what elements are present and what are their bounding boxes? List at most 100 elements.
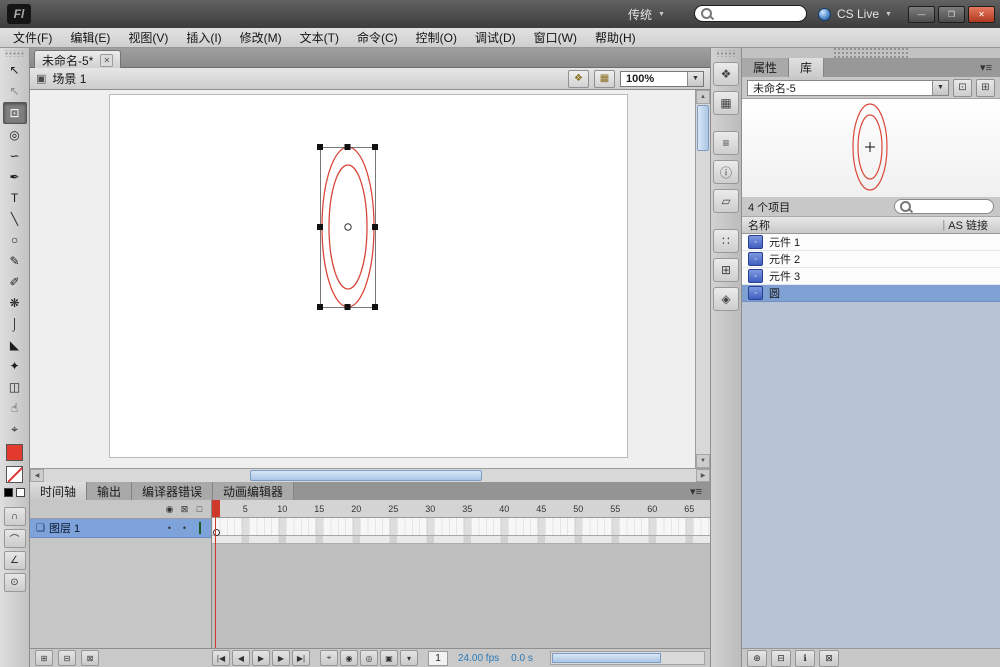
linkage-column-header[interactable]: AS 链接 xyxy=(948,217,988,233)
straighten-option[interactable]: ∠ xyxy=(4,551,26,570)
library-search-input[interactable] xyxy=(894,199,994,214)
frame-area[interactable]: 5101520253035404550556065 xyxy=(212,500,710,648)
pencil-tool[interactable]: ✎ xyxy=(4,251,26,271)
edit-symbols-button[interactable]: ❖ xyxy=(568,70,589,88)
go-to-last-frame-button[interactable]: ▶| xyxy=(292,650,310,666)
menu-item[interactable]: 帮助(H) xyxy=(586,27,645,48)
default-colors-control[interactable] xyxy=(0,488,29,497)
menu-item[interactable]: 命令(C) xyxy=(348,27,407,48)
panel-menu-icon[interactable]: ▾≡ xyxy=(682,482,710,500)
vertical-scroll-thumb[interactable] xyxy=(697,105,709,151)
close-button[interactable]: ✕ xyxy=(968,6,995,23)
close-tab-icon[interactable]: ✕ xyxy=(100,54,113,67)
panel-tab[interactable]: 输出 xyxy=(87,482,132,500)
snap-to-objects-option[interactable]: ∩ xyxy=(4,507,26,526)
step-back-button[interactable]: ◀ xyxy=(232,650,250,666)
menu-item[interactable]: 视图(V) xyxy=(119,27,177,48)
transform-center-point[interactable] xyxy=(345,224,351,230)
line-tool[interactable]: ╲ xyxy=(4,209,26,229)
restore-button[interactable]: ❐ xyxy=(938,6,965,23)
stage-horizontal-scrollbar[interactable]: ◀ ▶ xyxy=(30,468,710,482)
playhead[interactable] xyxy=(212,500,220,517)
deco-tool[interactable]: ❋ xyxy=(4,293,26,313)
panel-gripper[interactable] xyxy=(5,50,24,57)
color-panel-icon[interactable]: ❖ xyxy=(713,62,739,86)
zoom-control[interactable]: 100% ▼ xyxy=(620,71,704,87)
object-drawing-option[interactable]: ⊙ xyxy=(4,573,26,592)
menu-item[interactable]: 文本(T) xyxy=(291,27,348,48)
timeline-scroll-thumb[interactable] xyxy=(552,653,661,663)
paint-bucket-tool[interactable]: ◣ xyxy=(4,335,26,355)
motion-presets-panel-icon[interactable]: ◈ xyxy=(713,287,739,311)
center-frame-button[interactable]: ⌖ xyxy=(320,650,338,666)
layer-name[interactable]: 图层 1 xyxy=(49,520,80,536)
eyedropper-tool[interactable]: ✦ xyxy=(4,356,26,376)
menu-item[interactable]: 插入(I) xyxy=(177,27,230,48)
selection-tool[interactable]: ↖ xyxy=(4,60,26,80)
timeline-scrollbar[interactable] xyxy=(550,651,705,665)
new-folder-button[interactable]: ⊟ xyxy=(58,650,76,666)
3d-rotation-tool[interactable]: ◎ xyxy=(4,125,26,145)
new-library-panel-button[interactable]: ⊞ xyxy=(976,79,995,97)
brush-tool[interactable]: ✐ xyxy=(4,272,26,292)
pin-library-button[interactable]: ⊡ xyxy=(953,79,972,97)
properties-button[interactable]: ℹ xyxy=(795,650,815,667)
panel-tab[interactable]: 动画编辑器 xyxy=(213,482,294,500)
current-frame-indicator[interactable]: 1 xyxy=(428,651,448,666)
play-button[interactable]: ▶ xyxy=(252,650,270,666)
delete-layer-button[interactable]: ⊠ xyxy=(81,650,99,666)
eraser-tool[interactable]: ◫ xyxy=(4,377,26,397)
scroll-left-button[interactable]: ◀ xyxy=(30,469,44,482)
panel-gripper[interactable] xyxy=(832,48,910,58)
lock-all-layers-icon[interactable]: ⊠ xyxy=(177,504,192,515)
menu-item[interactable]: 控制(O) xyxy=(407,27,466,48)
onion-skin-outlines-button[interactable]: ◎ xyxy=(360,650,378,666)
panel-menu-icon[interactable]: ▾≡ xyxy=(972,58,1000,77)
panel-tab[interactable]: 编译器错误 xyxy=(132,482,213,500)
library-item[interactable]: ◦ 圆 xyxy=(742,285,1000,302)
library-document-select[interactable]: 未命名-5 ▼ xyxy=(747,80,949,96)
menu-item[interactable]: 修改(M) xyxy=(231,27,291,48)
panel-gripper[interactable] xyxy=(716,50,736,57)
fill-color-swatch[interactable] xyxy=(6,466,23,483)
layer-outline-color-swatch[interactable] xyxy=(192,523,207,533)
code-snippets-panel-icon[interactable]: ∷ xyxy=(713,229,739,253)
smooth-option[interactable]: ⌒ xyxy=(4,529,26,548)
menu-item[interactable]: 调试(D) xyxy=(466,27,525,48)
onion-skin-button[interactable]: ◉ xyxy=(340,650,358,666)
step-forward-button[interactable]: ▶ xyxy=(272,650,290,666)
stage-pasteboard[interactable] xyxy=(30,90,695,468)
show-hide-all-layers-icon[interactable]: ◉ xyxy=(162,504,177,515)
lasso-tool[interactable]: ∽ xyxy=(4,146,26,166)
zoom-tool[interactable]: ⌖ xyxy=(4,419,26,439)
horizontal-scroll-thumb[interactable] xyxy=(250,470,482,481)
layer-row[interactable]: ❏ 图层 1 • • xyxy=(30,519,211,538)
new-symbol-button[interactable]: ⊕ xyxy=(747,650,767,667)
go-to-first-frame-button[interactable]: |◀ xyxy=(212,650,230,666)
cs-live-menu[interactable]: CS Live ▼ xyxy=(818,0,892,28)
delete-button[interactable]: ⊠ xyxy=(819,650,839,667)
menu-item[interactable]: 编辑(E) xyxy=(61,27,119,48)
name-column-header[interactable]: 名称 xyxy=(748,217,770,233)
subselection-tool[interactable]: ↖ xyxy=(4,81,26,101)
swatches-panel-icon[interactable]: ▦ xyxy=(713,91,739,115)
frame-ruler[interactable]: 5101520253035404550556065 xyxy=(212,500,710,518)
pen-tool[interactable]: ✒ xyxy=(4,167,26,187)
align-panel-icon[interactable]: ≡ xyxy=(713,131,739,155)
stroke-color-swatch[interactable] xyxy=(6,444,23,461)
edit-multiple-frames-button[interactable]: ▣ xyxy=(380,650,398,666)
free-transform-tool[interactable]: ⊡ xyxy=(3,102,27,124)
menu-item[interactable]: 窗口(W) xyxy=(525,27,586,48)
edit-scene-button[interactable]: ▦ xyxy=(594,70,615,88)
scroll-up-button[interactable]: ▲ xyxy=(696,90,710,104)
info-panel-icon[interactable]: ⓘ xyxy=(713,160,739,184)
frame-rate-indicator[interactable]: 24.00 fps xyxy=(458,653,499,664)
components-panel-icon[interactable]: ⊞ xyxy=(713,258,739,282)
menu-item[interactable]: 文件(F) xyxy=(4,27,61,48)
new-layer-button[interactable]: ⊞ xyxy=(35,650,53,666)
panel-tab[interactable]: 属性 xyxy=(742,58,789,77)
scroll-right-button[interactable]: ▶ xyxy=(696,469,710,482)
library-list-header[interactable]: 名称 | AS 链接 xyxy=(742,217,1000,234)
help-search-input[interactable] xyxy=(694,5,807,22)
scroll-down-button[interactable]: ▼ xyxy=(696,454,710,468)
